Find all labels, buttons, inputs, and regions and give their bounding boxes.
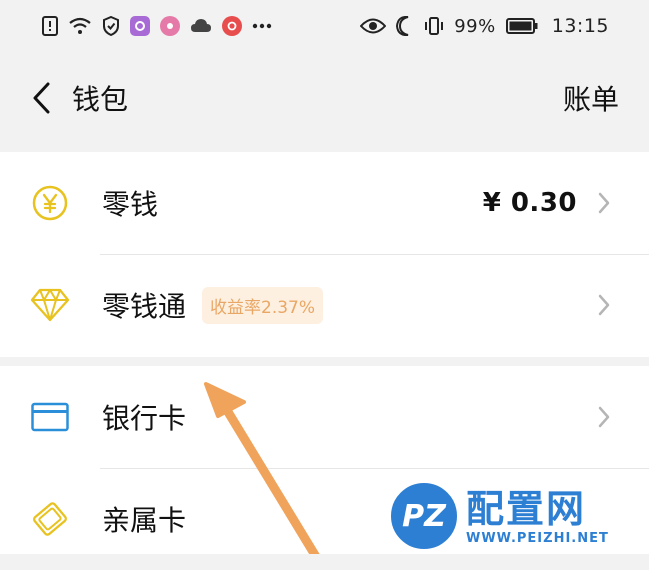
chevron-right-icon — [595, 291, 613, 319]
yield-rate-badge: 收益率2.37% — [202, 286, 324, 324]
change-balance: ¥ 0.30 — [482, 188, 577, 218]
battery-percentage: 99% — [454, 15, 496, 37]
watermark-logo: PZ — [388, 480, 460, 552]
cloud-icon — [190, 18, 212, 34]
alert-sim-icon — [42, 16, 58, 36]
battery-icon — [505, 18, 538, 34]
diamond-icon — [30, 285, 70, 325]
chevron-right-icon — [595, 189, 613, 217]
watermark: PZ 配置网 WWW.PEIZHI.NET — [388, 478, 649, 554]
lingqiantong-label: 零钱通 — [102, 290, 187, 323]
navigation-header: 钱包 账单 — [0, 52, 649, 144]
moon-icon — [396, 16, 414, 36]
wifi-icon — [68, 17, 92, 35]
watermark-title: 配置网 — [466, 486, 587, 531]
chevron-right-icon — [595, 403, 613, 431]
netease-music-icon — [222, 16, 242, 36]
app-notification-icon — [160, 16, 180, 36]
shield-icon — [102, 16, 120, 36]
family-card-label: 亲属卡 — [102, 504, 187, 537]
change-row[interactable]: 零钱 ¥ 0.30 — [0, 152, 649, 254]
bank-card-row[interactable]: 银行卡 — [0, 366, 649, 468]
more-notifications-icon — [252, 23, 272, 29]
eye-icon — [360, 17, 387, 35]
change-label: 零钱 — [102, 188, 159, 221]
vibrate-icon — [424, 16, 444, 36]
bill-button[interactable]: 账单 — [563, 78, 619, 118]
status-bar: 99% 13:15 — [0, 0, 649, 52]
bank-card-label: 银行卡 — [102, 402, 187, 435]
chevron-left-icon — [33, 82, 50, 114]
watermark-url: WWW.PEIZHI.NET — [466, 530, 609, 546]
back-button[interactable] — [22, 78, 62, 118]
yen-coin-icon — [30, 183, 70, 223]
lingqiantong-row[interactable]: 零钱通 收益率2.37% — [0, 254, 649, 356]
page-title: 钱包 — [72, 83, 129, 116]
clock: 13:15 — [551, 15, 609, 37]
app-notification-icon — [130, 16, 150, 36]
status-bar-left — [42, 16, 272, 36]
wallet-balance-group: 零钱 ¥ 0.30 零钱通 收益率2.37% — [0, 152, 649, 357]
family-card-icon — [30, 499, 70, 539]
bank-card-icon — [30, 397, 70, 437]
status-bar-right: 99% 13:15 — [360, 15, 609, 37]
